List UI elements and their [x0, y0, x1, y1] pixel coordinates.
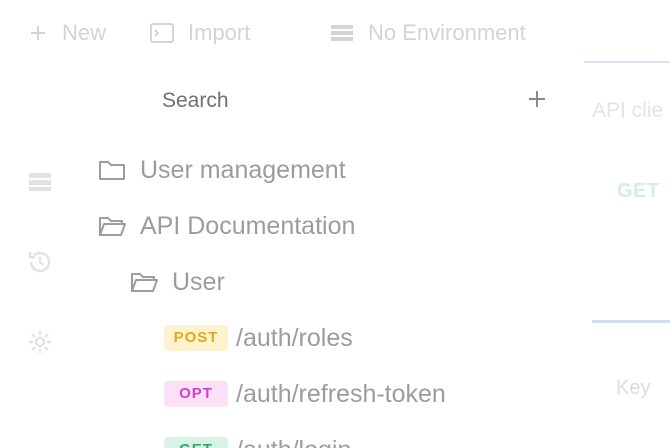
collections-icon — [28, 172, 52, 197]
request-path: /auth/refresh-token — [236, 379, 446, 408]
tree-request-auth-roles[interactable]: POST /auth/roles — [164, 318, 353, 358]
method-badge-post: POST — [164, 325, 228, 351]
tree-request-auth-refresh-token[interactable]: OPT /auth/refresh-token — [164, 374, 446, 414]
environment-label: No Environment — [368, 20, 526, 45]
environment-icon — [330, 24, 354, 42]
plus-icon — [527, 89, 547, 114]
terminal-icon — [150, 23, 174, 43]
environment-selector[interactable]: No Environment — [330, 18, 526, 48]
method-badge-opt: OPT — [164, 381, 228, 407]
tree-request-auth-login[interactable]: GET /auth/login — [164, 430, 351, 448]
import-label: Import — [188, 20, 251, 45]
new-button[interactable]: New — [28, 18, 106, 48]
tree-folder-user-management[interactable]: User management — [98, 150, 346, 190]
add-collection-button[interactable] — [524, 88, 550, 114]
right-panel-title: API clie — [592, 99, 664, 122]
tree-folder-api-documentation[interactable]: API Documentation — [98, 206, 355, 246]
request-path: /auth/login — [236, 436, 351, 448]
search-row — [150, 82, 550, 120]
right-panel-tab-indicator — [592, 320, 670, 323]
method-badge-get: GET — [164, 437, 228, 448]
gear-icon — [27, 329, 53, 360]
right-panel-key-header: Key — [616, 377, 651, 399]
tree-folder-label: User — [172, 267, 225, 296]
folder-icon — [98, 158, 126, 182]
request-path: /auth/roles — [236, 323, 353, 352]
search-input[interactable] — [162, 84, 492, 118]
new-label: New — [62, 20, 107, 45]
folder-open-icon — [98, 214, 126, 238]
settings-nav[interactable] — [26, 330, 54, 358]
top-toolbar: New Import No Environment — [0, 0, 670, 66]
tree-folder-user[interactable]: User — [130, 262, 225, 302]
tree-folder-label: User management — [140, 155, 346, 184]
import-button[interactable]: Import — [150, 18, 250, 48]
plus-icon — [28, 23, 48, 43]
right-panel-method: GET — [617, 180, 660, 202]
folder-open-icon — [130, 270, 158, 294]
history-nav[interactable] — [26, 250, 54, 278]
collections-nav[interactable] — [26, 170, 54, 198]
right-panel-divider — [584, 61, 670, 63]
app-root: New Import No Environment API clie GET K… — [0, 0, 670, 448]
history-icon — [27, 249, 53, 280]
tree-folder-label: API Documentation — [140, 211, 356, 240]
